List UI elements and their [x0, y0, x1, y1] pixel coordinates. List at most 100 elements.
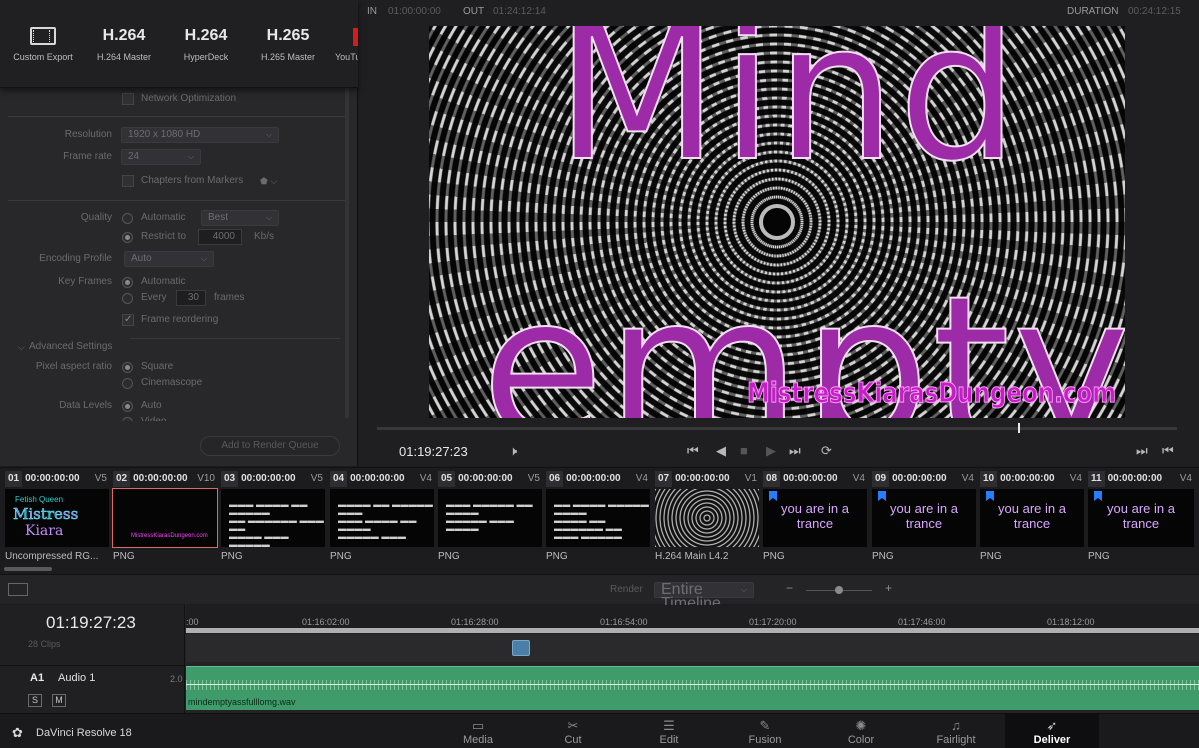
restrict-to-radio[interactable] — [122, 232, 133, 243]
next-clip-icon[interactable]: ⏭ — [1136, 443, 1148, 459]
page-tab-fairlight[interactable]: ♫ Fairlight — [909, 714, 1003, 748]
pixel-square-radio[interactable] — [122, 362, 133, 373]
page-tab-fusion[interactable]: ✎ Fusion — [718, 714, 812, 748]
frame-rate-dropdown[interactable]: 24 ⌵ — [121, 149, 201, 165]
ruler-tick-label: 01:16:28:00 — [451, 617, 499, 627]
encoding-profile-value: Auto — [131, 253, 152, 264]
clip-thumbnail[interactable]: 09 00:00:00:00 V4 you are in a trance PNG — [872, 471, 976, 562]
restrict-to-label: Restrict to — [141, 231, 187, 242]
clip-thumbnail[interactable]: 07 00:00:00:00 V1 H.264 Main L4.2 — [655, 471, 759, 562]
key-frames-unit: frames — [214, 292, 245, 303]
bookmark-icon — [878, 491, 886, 501]
preset-hyperdeck[interactable]: H.264 HyperDeck — [165, 22, 247, 62]
clip-number: 09 — [872, 471, 890, 487]
quality-label: Quality — [80, 212, 112, 223]
data-levels-auto-radio[interactable] — [122, 401, 133, 412]
clip-number: 05 — [438, 471, 456, 487]
network-optimization-label: Network Optimization — [141, 93, 237, 104]
skip-to-end-icon[interactable]: ⏭ — [789, 443, 801, 459]
solo-button[interactable]: S — [28, 694, 42, 707]
video-clip[interactable] — [512, 640, 530, 656]
audio-waveform — [186, 680, 1199, 690]
checkmark-icon: ✓ — [124, 314, 133, 325]
clip-thumbnail[interactable]: 04 00:00:00:00 V4 ▬▬▬▬ ▬▬ ▬▬▬▬▬ ▬▬▬ ▬▬▬ ▬▬▬… — [330, 471, 434, 562]
mute-button[interactable]: M — [52, 694, 66, 707]
youtube-icon — [353, 28, 358, 46]
clip-thumbnail[interactable]: 02 00:00:00:00 V10 MistressKiarasDungeon.c… — [112, 471, 218, 562]
page-tab-color[interactable]: ✺ Color — [814, 714, 908, 748]
bitrate-input[interactable]: 4000 — [198, 229, 242, 245]
quality-automatic-radio[interactable] — [122, 213, 133, 224]
clip-thumbnail[interactable]: 10 00:00:00:00 V4 you are in a trance PNG — [980, 471, 1084, 562]
clip-strip-scrollbar[interactable] — [4, 567, 52, 571]
clip-thumbnail[interactable]: 03 00:00:00:00 V5 ▬▬▬ ▬▬▬▬ ▬▬ ▬▬▬▬▬ ▬▬ ▬▬▬▬… — [221, 471, 325, 562]
clip-format: PNG — [763, 551, 785, 562]
clip-timecode: 00:00:00:00 — [783, 473, 838, 484]
quality-automatic-label: Automatic — [141, 212, 186, 223]
rings-center — [759, 204, 795, 240]
resolution-dropdown[interactable]: 1920 x 1080 HD ⌵ — [121, 127, 279, 143]
watermark-text: MistressKiarasDungeon.com — [747, 376, 1117, 410]
page-tab-label: Deliver — [1033, 734, 1071, 746]
page-navigation-bar: ✿ DaVinci Resolve 18 ▭ Media ✂ Cut ☰ Edit ✎… — [0, 713, 1199, 748]
video-frame[interactable]: Mind empty MistressKiarasDungeon.com — [429, 26, 1125, 418]
data-levels-video-radio[interactable] — [122, 417, 133, 421]
zoom-in-icon[interactable]: + — [885, 581, 892, 595]
loop-icon[interactable]: ⟳ — [821, 443, 832, 459]
audio-clip[interactable]: mindemptyassfulllomg.wav — [186, 666, 1199, 710]
bitrate-unit: Kb/s — [254, 231, 275, 242]
clip-timecode: 00:00:00:00 — [1107, 473, 1163, 484]
clip-thumbnail[interactable]: 01 00:00:00:00 V5 Fetish Queen Mistress Ki… — [5, 471, 109, 562]
clip-number: 03 — [221, 471, 239, 487]
pixel-cinemascope-radio[interactable] — [122, 378, 133, 389]
page-tab-deliver[interactable]: ➶ Deliver — [1005, 714, 1099, 748]
page-tab-media[interactable]: ▭ Media — [431, 714, 525, 748]
viewer-scrub-bar[interactable] — [377, 427, 1177, 430]
clip-number: 04 — [330, 471, 348, 487]
render-toolbar: Render Entire Timeline ⌵ − + — [0, 574, 1199, 612]
audio-channels: 2.0 — [170, 674, 183, 684]
clip-thumbnail[interactable]: 11 00:00:00:00 V4 you are in a trance PNG — [1088, 471, 1194, 562]
step-back-icon[interactable]: ◀ — [716, 443, 726, 459]
chevron-down-icon: ⌵ — [18, 342, 25, 352]
clip-thumbnail[interactable]: 08 00:00:00:00 V4 you are in a trance PNG — [763, 471, 867, 562]
quality-best-dropdown[interactable]: Best ⌵ — [201, 210, 279, 226]
marker-icon[interactable]: ⬟ ⌵ — [260, 172, 277, 190]
zoom-slider-handle[interactable] — [835, 586, 843, 594]
chapters-checkbox[interactable] — [122, 175, 134, 187]
encoding-profile-dropdown[interactable]: Auto ⌵ — [124, 251, 214, 267]
add-to-render-queue-button[interactable]: Add to Render Queue — [200, 436, 340, 456]
key-frames-every-radio[interactable] — [122, 293, 133, 304]
play-icon[interactable]: ▶ — [766, 443, 776, 459]
preset-h264-master[interactable]: H.264 H.264 Master — [83, 22, 165, 62]
settings-scrollbar[interactable] — [345, 88, 349, 418]
key-frames-input[interactable]: 30 — [176, 290, 206, 306]
prev-clip-icon[interactable]: ⏮ — [1162, 443, 1174, 459]
page-tab-edit[interactable]: ☰ Edit — [622, 714, 716, 748]
preset-label: Custom Export — [13, 52, 73, 62]
viewer-playhead[interactable] — [1018, 423, 1020, 433]
zoom-out-icon[interactable]: − — [786, 581, 793, 595]
page-tab-cut[interactable]: ✂ Cut — [526, 714, 620, 748]
volume-icon[interactable]: 🕨 — [509, 443, 517, 459]
network-optimization-checkbox[interactable] — [122, 93, 134, 105]
clip-timecode: 00:00:00:00 — [25, 473, 80, 484]
timeline-view-icon[interactable] — [8, 583, 28, 596]
stop-icon[interactable]: ■ — [740, 443, 748, 458]
skip-to-start-icon[interactable]: ⏮ — [687, 443, 699, 459]
audio-track-name[interactable]: Audio 1 — [58, 672, 95, 684]
preset-custom-export[interactable]: Custom Export — [2, 22, 84, 62]
audio-track-id: A1 — [30, 672, 45, 684]
clip-preview: ▬▬▬ ▬▬▬▬ ▬▬ ▬▬▬▬▬ ▬▬ ▬▬▬▬▬▬ ▬▬▬ ▬▬ ▬▬▬▬ ▬▬… — [221, 489, 325, 547]
preset-youtube[interactable]: YouTu — [316, 22, 358, 62]
film-icon — [30, 27, 56, 45]
logo-text: Kiara — [25, 523, 64, 539]
key-frames-automatic-radio[interactable] — [122, 277, 133, 288]
render-range-dropdown[interactable]: Entire Timeline ⌵ — [654, 582, 754, 612]
advanced-settings-toggle[interactable]: ⌵ Advanced Settings — [18, 338, 218, 356]
clip-thumbnail[interactable]: 05 00:00:00:00 V5 ▬▬▬ ▬▬▬▬▬ ▬▬ ▬▬▬▬ ▬▬▬▬▬ ▬… — [438, 471, 542, 562]
clip-preview-text: MistressKiarasDungeon.com — [131, 533, 208, 539]
timeline-ruler[interactable]: :00 01:16:02:00 01:16:28:00 01:16:54:00 … — [186, 605, 1199, 633]
frame-reordering-checkbox[interactable]: ✓ — [122, 314, 134, 326]
clip-thumbnail[interactable]: 06 00:00:00:00 V4 ▬▬ ▬▬▬▬ ▬▬▬▬▬ ▬▬▬▬ ▬▬▬▬ ▬… — [546, 471, 650, 562]
